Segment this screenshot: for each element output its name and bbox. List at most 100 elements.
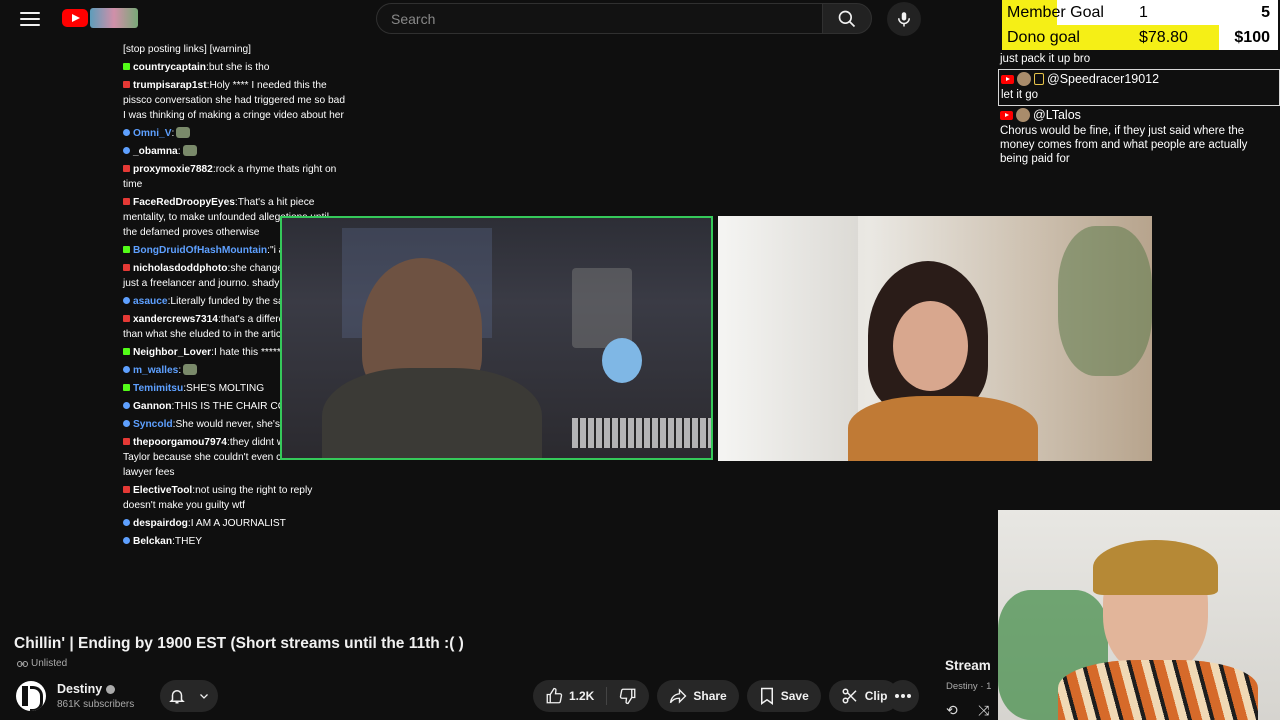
visibility-label: Unlisted [31, 658, 68, 669]
yt-platform-icon [123, 438, 130, 445]
repeat-icon[interactable]: ⟲ [946, 702, 958, 719]
chat-message: ElectiveTool:not using the right to repl… [123, 485, 313, 511]
yt-platform-icon [123, 165, 130, 172]
kick-platform-icon [123, 384, 130, 391]
chat-username: BongDruidOfHashMountain [133, 245, 268, 256]
twitch-platform-icon [123, 519, 130, 526]
channel-avatar[interactable] [16, 681, 46, 711]
verified-icon [106, 684, 116, 694]
link-icon [17, 660, 28, 667]
streamer-camera-feed [998, 510, 1280, 720]
chat-message: _obamna: [123, 144, 345, 159]
search-bar [376, 3, 872, 34]
goal-label: Dono goal [1007, 28, 1080, 46]
overlay-chat-header: @LTalos [1000, 108, 1278, 122]
thumbs-up-icon [546, 687, 563, 704]
menu-icon[interactable] [18, 8, 42, 30]
chat-username: Belckan [133, 536, 173, 547]
yt-platform-icon [123, 315, 130, 322]
emote-icon [176, 127, 191, 138]
chat-username: ElectiveTool [133, 485, 193, 496]
scissors-icon [842, 688, 857, 704]
goal-current: 1 [1139, 3, 1148, 21]
emote-icon [182, 145, 197, 156]
goal-label: Member Goal [1007, 3, 1104, 21]
chat-username: Syncold [133, 419, 173, 430]
guest-camera-feed [718, 216, 1152, 461]
search-icon [838, 10, 856, 27]
video-actions: 1.2K Share Save Clip [533, 680, 900, 712]
chat-username: Neighbor_Lover [133, 347, 212, 358]
stream-goals: Member Goal 1 5 Dono goal $78.80 $100 [1002, 0, 1278, 50]
overlay-chat-message: @Speedracer19012 let it go [998, 69, 1280, 106]
clip-label: Clip [864, 689, 888, 703]
search-input[interactable] [376, 3, 822, 34]
chat-username: trumpisarap1st [133, 80, 207, 91]
more-actions-button[interactable] [887, 680, 919, 712]
visibility-badge: Unlisted [17, 658, 67, 669]
subscriber-count: 861K subscribers [57, 699, 135, 710]
notification-bell-button[interactable] [160, 680, 218, 712]
recommended-title: Stream [945, 658, 991, 673]
like-button[interactable]: 1.2K [533, 680, 606, 712]
overlay-chat-text: Chorus would be fine, if they just said … [1000, 125, 1248, 165]
save-icon [760, 687, 773, 705]
emote-icon [183, 364, 198, 375]
channel-name: Destiny [57, 682, 103, 696]
twitch-platform-icon [123, 297, 130, 304]
save-button[interactable]: Save [746, 680, 821, 712]
logo-doodle[interactable] [90, 8, 138, 28]
member-badge-icon [1034, 73, 1044, 85]
chat-username: asauce [133, 296, 168, 307]
share-button[interactable]: Share [657, 680, 739, 712]
overlay-chat-user: @LTalos [1033, 108, 1081, 122]
recommended-stream-card[interactable]: Stream Destiny · 1 ⟲ ⤨ [940, 650, 998, 720]
chat-username: FaceRedDroopyEyes [133, 197, 235, 208]
chat-message: proxymoxie7882:rock a rhyme thats right … [123, 164, 337, 190]
yt-platform-icon [123, 198, 130, 205]
shuffle-icon[interactable]: ⤨ [978, 702, 989, 719]
chat-username: m_walles [133, 365, 179, 376]
kick-platform-icon [123, 246, 130, 253]
youtube-icon [1000, 110, 1013, 120]
overlay-chat-text: let it go [1001, 89, 1039, 101]
chat-username: Temimitsu [133, 383, 184, 394]
channel-name-link[interactable]: Destiny [57, 682, 116, 696]
kick-platform-icon [123, 63, 130, 70]
chat-username: Gannon [133, 401, 172, 412]
chat-text: I hate this ***** [213, 347, 281, 358]
chat-username: countrycaptain [133, 62, 207, 73]
twitch-platform-icon [123, 420, 130, 427]
chat-message: Belckan:THEY [123, 534, 345, 549]
youtube-icon [1001, 74, 1014, 84]
chat-message: countrycaptain:but she is tho [123, 60, 345, 75]
overlay-highlight-chat: just pack it up bro @Speedracer19012 let i… [998, 50, 1280, 169]
overlay-chat-message: @LTalos Chorus would be fine, if they jus… [998, 106, 1280, 169]
chat-text: but she is tho [208, 62, 270, 73]
like-dislike-group: 1.2K [533, 680, 650, 712]
goal-target: 5 [1261, 3, 1270, 21]
video-title: Chillin' | Ending by 1900 EST (Short str… [14, 635, 464, 652]
twitch-platform-icon [123, 129, 130, 136]
chat-username: Omni_V [133, 128, 172, 139]
chat-text: SHE'S MOLTING [186, 383, 265, 394]
like-count: 1.2K [569, 689, 595, 703]
twitch-platform-icon [123, 402, 130, 409]
goal-current: $78.80 [1139, 28, 1188, 46]
chat-text: I AM A JOURNALIST [190, 518, 286, 529]
chat-username: thepoorgamou7974 [133, 437, 227, 448]
dislike-button[interactable] [607, 680, 649, 712]
goal-target: $100 [1234, 28, 1270, 46]
search-button[interactable] [822, 3, 872, 34]
yt-platform-icon [123, 264, 130, 271]
recommended-channel: Destiny · 1 [946, 681, 992, 692]
chat-username: despairdog [133, 518, 188, 529]
youtube-logo-icon[interactable] [62, 9, 88, 27]
bell-icon [169, 690, 185, 704]
chevron-down-icon [200, 694, 208, 699]
chat-username: _obamna [133, 146, 178, 157]
overlay-chat-text: just pack it up bro [1000, 53, 1091, 65]
overlay-chat-header: @Speedracer19012 [1001, 72, 1277, 86]
mic-button[interactable] [887, 2, 921, 36]
chat-message: trumpisarap1st:Holy **** I needed this t… [123, 80, 345, 121]
